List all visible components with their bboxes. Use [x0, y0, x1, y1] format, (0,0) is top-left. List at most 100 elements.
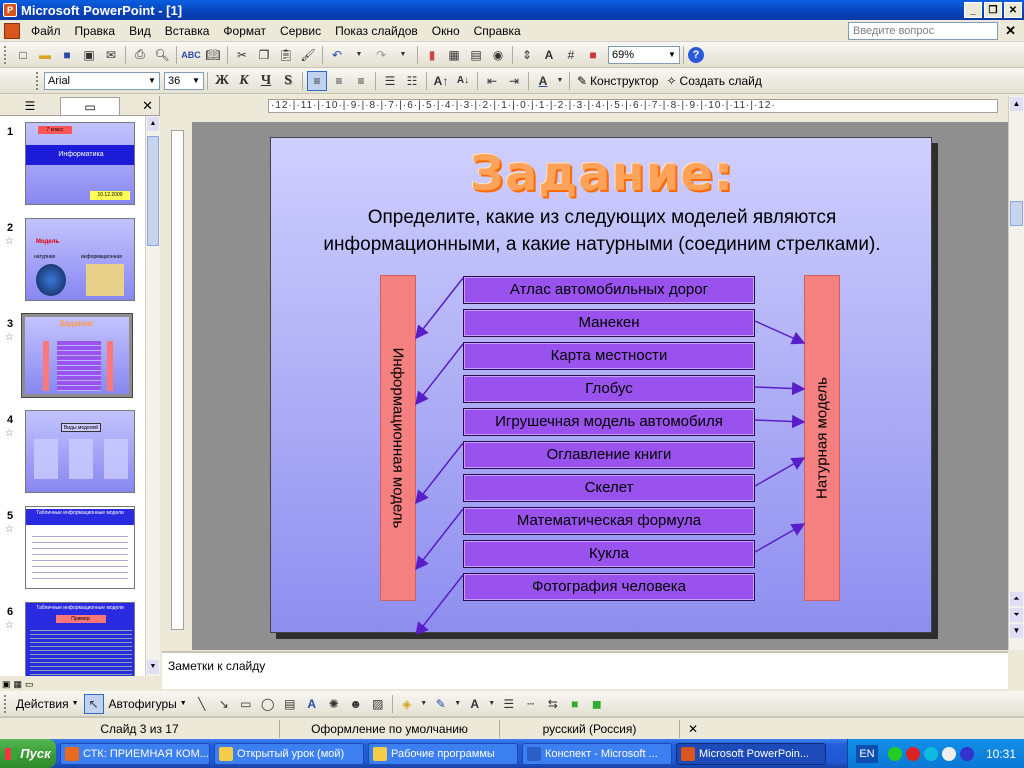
pane-close-icon[interactable]: ✕: [142, 98, 153, 114]
color-grayscale-icon[interactable]: ■: [583, 45, 603, 65]
chevron-down-icon[interactable]: ▼: [666, 48, 678, 62]
display-icon[interactable]: [959, 746, 974, 761]
print-icon[interactable]: ⎙: [130, 45, 150, 65]
next-slide-icon[interactable]: ⏷: [1010, 608, 1023, 622]
font-color-icon[interactable]: A: [465, 694, 485, 714]
taskbar-task[interactable]: СТК: ПРИЕМНАЯ КОМ...: [60, 742, 210, 765]
research-icon[interactable]: 📖︎: [203, 45, 223, 65]
actions-menu[interactable]: Действия ▼: [12, 697, 83, 711]
diagram-icon[interactable]: ✺: [324, 694, 344, 714]
slideshow-view-icon[interactable]: ▭: [25, 679, 34, 690]
taskbar-task[interactable]: Конспект - Microsoft ...: [522, 742, 672, 765]
align-left-icon[interactable]: ≡: [307, 70, 327, 91]
fill-color-icon[interactable]: ◈: [397, 694, 417, 714]
toolbar-grip[interactable]: [36, 71, 40, 90]
designer-button[interactable]: ✎ Конструктор: [573, 74, 662, 88]
increase-font-icon[interactable]: A↑: [431, 71, 451, 91]
taskbar-task[interactable]: Microsoft PowerPoin...: [676, 742, 826, 765]
scroll-thumb[interactable]: [1010, 201, 1023, 226]
spelling-status-icon[interactable]: ✕: [680, 720, 720, 738]
toolbar-grip[interactable]: [4, 45, 8, 64]
slide-thumbnail[interactable]: Виды моделей: [25, 410, 135, 493]
select-objects-icon[interactable]: ↖: [83, 693, 104, 714]
insert-chart-icon[interactable]: ▮: [422, 45, 442, 65]
oval-icon[interactable]: ◯: [258, 694, 278, 714]
start-button[interactable]: Пуск: [0, 739, 56, 768]
font-color-icon[interactable]: A: [533, 71, 553, 91]
dash-style-icon[interactable]: ┄: [521, 694, 541, 714]
undo-icon[interactable]: ↶: [327, 45, 347, 65]
email-icon[interactable]: ✉: [101, 45, 121, 65]
show-formatting-icon[interactable]: A: [539, 45, 559, 65]
menu-insert[interactable]: Вставка: [158, 24, 217, 38]
chevron-down-icon[interactable]: ▼: [146, 74, 158, 88]
numbering-icon[interactable]: ☰: [380, 71, 400, 91]
scroll-thumb[interactable]: [147, 136, 159, 246]
menu-slideshow[interactable]: Показ слайдов: [328, 24, 425, 38]
text-box-icon[interactable]: ▤: [280, 694, 300, 714]
help-icon[interactable]: ?: [688, 46, 704, 63]
3d-style-icon[interactable]: ◼: [587, 694, 607, 714]
menu-help[interactable]: Справка: [467, 24, 528, 38]
sorter-view-icon[interactable]: ▦: [14, 679, 23, 690]
toolbar-grip[interactable]: [4, 694, 8, 713]
scroll-up-icon[interactable]: ▲: [1010, 97, 1023, 111]
expand-all-icon[interactable]: ⇕: [517, 45, 537, 65]
shadow-style-icon[interactable]: ■: [565, 694, 585, 714]
font-color-dropdown-icon[interactable]: ▼: [555, 71, 565, 91]
help-question-input[interactable]: Введите вопрос: [848, 22, 998, 40]
menu-window[interactable]: Окно: [425, 24, 467, 38]
tab-outline[interactable]: ☰: [0, 97, 60, 115]
slide-thumbnail[interactable]: Модель натурная информационная: [25, 218, 135, 301]
taskbar-task[interactable]: Открытый урок (мой): [214, 742, 364, 765]
minimize-button[interactable]: _: [964, 2, 982, 18]
document-close-icon[interactable]: ✕: [1005, 23, 1016, 39]
format-painter-icon[interactable]: 🖌︎: [298, 45, 318, 65]
volume-icon[interactable]: [941, 746, 956, 761]
font-size-combo[interactable]: 36 ▼: [164, 71, 204, 90]
thumbnails-scrollbar[interactable]: ▲ ▼: [145, 116, 160, 676]
align-right-icon[interactable]: ≡: [351, 71, 371, 91]
slide-thumbnail[interactable]: Табличные информационные модели: [25, 506, 135, 589]
fill-dropdown-icon[interactable]: ▼: [419, 694, 429, 714]
permission-icon[interactable]: ▣: [79, 45, 99, 65]
menu-tools[interactable]: Сервис: [273, 24, 328, 38]
line-color-icon[interactable]: ✎: [431, 694, 451, 714]
arrow-icon[interactable]: ↘: [214, 694, 234, 714]
autoshapes-menu[interactable]: Автофигуры ▼: [105, 697, 191, 711]
messenger-icon[interactable]: [923, 746, 938, 761]
insert-table-icon[interactable]: ▦: [444, 45, 464, 65]
network-icon[interactable]: [887, 746, 902, 761]
copy-icon[interactable]: ❐: [254, 45, 274, 65]
insert-diagram-icon[interactable]: ◉: [488, 45, 508, 65]
new-slide-button[interactable]: ✧ Создать слайд: [662, 74, 765, 88]
menu-view[interactable]: Вид: [122, 24, 158, 38]
line-icon[interactable]: ╲: [192, 694, 212, 714]
shadow-button[interactable]: S: [278, 71, 298, 91]
taskbar-task[interactable]: Рабочие программы: [368, 742, 518, 765]
line-color-dropdown-icon[interactable]: ▼: [453, 694, 463, 714]
slide-thumbnail[interactable]: 7 класс Информатика 10.12.2009: [25, 122, 135, 205]
scroll-up-icon[interactable]: ▲: [147, 117, 159, 131]
paste-icon[interactable]: 📋︎: [276, 45, 296, 65]
scroll-down-icon[interactable]: ▼: [147, 660, 159, 674]
normal-view-icon[interactable]: ▣: [2, 679, 11, 690]
scroll-down-icon[interactable]: ▼: [1010, 624, 1023, 638]
chevron-down-icon[interactable]: ▼: [190, 74, 202, 88]
slide-thumbnail[interactable]: Табличные информационные модели Пример:: [25, 602, 135, 676]
font-combo[interactable]: Arial ▼: [44, 71, 160, 90]
menu-format[interactable]: Формат: [216, 24, 273, 38]
undo-dropdown-icon[interactable]: ▼: [349, 45, 369, 65]
language-indicator[interactable]: EN: [855, 744, 878, 763]
menu-edit[interactable]: Правка: [68, 24, 123, 38]
antivirus-icon[interactable]: [905, 746, 920, 761]
previous-slide-icon[interactable]: ⏶: [1010, 592, 1023, 606]
open-folder-icon[interactable]: ▬: [35, 45, 55, 65]
cut-icon[interactable]: ✂: [232, 45, 252, 65]
arrow-style-icon[interactable]: ⇆: [543, 694, 563, 714]
spelling-icon[interactable]: ABC: [181, 45, 201, 65]
redo-icon[interactable]: ↷: [371, 45, 391, 65]
italic-button[interactable]: К: [234, 71, 254, 91]
close-button[interactable]: ✕: [1004, 2, 1022, 18]
new-document-icon[interactable]: □: [13, 45, 33, 65]
